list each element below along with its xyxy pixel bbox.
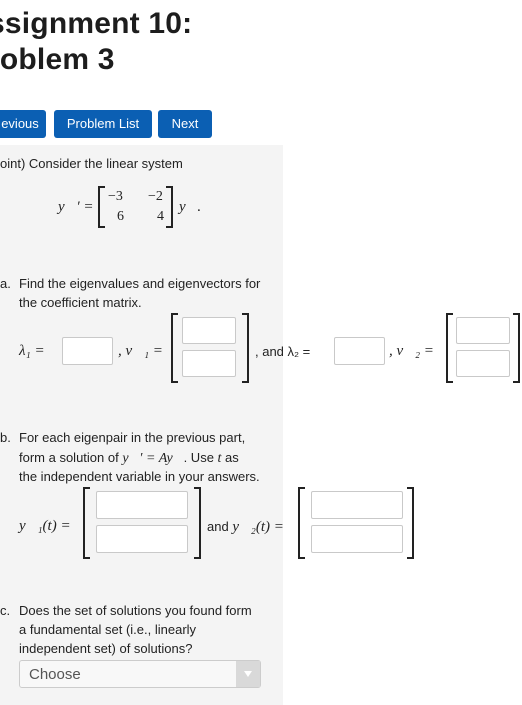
previous-button[interactable]: evious — [0, 110, 46, 138]
v2-component-1-input[interactable] — [456, 317, 510, 344]
y2-label: and y⃗₂(t) = — [207, 518, 284, 536]
fundamental-set-select[interactable]: Choose — [19, 660, 261, 688]
v1-right-bracket — [242, 313, 249, 383]
matrix-a11: −3 — [108, 189, 123, 204]
y2-component-1-input[interactable] — [311, 491, 403, 519]
next-button[interactable]: Next — [158, 110, 212, 138]
part-c-line3: independent set) of solutions? — [19, 641, 193, 656]
intro-text: oint) Consider the linear system — [0, 156, 183, 171]
system-rhs: y⃗. — [179, 199, 202, 215]
part-b-line2: form a solution of y⃗′ = Ay⃗. Use t as — [19, 449, 239, 468]
part-c-line2: a fundamental set (i.e., linearly — [19, 622, 197, 637]
part-a-line2: the coefficient matrix. — [19, 295, 142, 310]
part-a-marker: a. — [0, 276, 11, 291]
y1-right-bracket — [194, 487, 201, 559]
v2-label: , v⃗₂ = — [389, 343, 434, 359]
v1-left-bracket — [171, 313, 178, 383]
y1-left-bracket — [83, 487, 90, 559]
problem-list-button[interactable]: Problem List — [54, 110, 152, 138]
title-line-1: ssignment 10: — [0, 7, 193, 40]
matrix-left-bracket — [98, 186, 105, 228]
y2-symbol: y⃗₂(t) = — [232, 519, 284, 535]
y1-label: y⃗₁(t) = — [19, 518, 71, 534]
lambda2-input[interactable] — [334, 337, 385, 365]
system-lhs: y⃗′ = — [58, 199, 94, 215]
part-a-line1: Find the eigenvalues and eigenvectors fo… — [19, 276, 261, 291]
part-b-line1: For each eigenpair in the previous part, — [19, 430, 246, 445]
y1-component-1-input[interactable] — [96, 491, 188, 519]
page-title: ssignment 10: roblem 3 — [0, 6, 192, 78]
y2-component-2-input[interactable] — [311, 525, 403, 553]
matrix-right-bracket — [166, 186, 173, 228]
part-b-line2-post: . Use — [183, 450, 218, 465]
v2-component-2-input[interactable] — [456, 350, 510, 377]
title-line-2: roblem 3 — [0, 43, 115, 76]
y1-component-2-input[interactable] — [96, 525, 188, 553]
lambda1-label: λ₁ = — [19, 343, 45, 359]
part-b-marker: b. — [0, 430, 11, 445]
part-b-line3: the independent variable in your answers… — [19, 469, 260, 484]
y2-right-bracket — [407, 487, 414, 559]
part-c-marker: c. — [0, 603, 11, 618]
v1-component-1-input[interactable] — [182, 317, 236, 344]
matrix-a22: 4 — [157, 209, 164, 224]
select-value: Choose — [29, 666, 81, 683]
v1-component-2-input[interactable] — [182, 350, 236, 377]
part-b-line2-pre: form a solution of — [19, 450, 123, 465]
matrix-a12: −2 — [148, 189, 163, 204]
matrix-a21: 6 — [117, 209, 124, 224]
lambda1-input[interactable] — [62, 337, 113, 365]
lambda2-label: , and λ₂ = — [255, 344, 311, 359]
part-b-equation: y⃗′ = Ay⃗ — [122, 451, 184, 466]
v2-left-bracket — [446, 313, 453, 383]
y2-and: and — [207, 519, 233, 534]
y2-left-bracket — [298, 487, 305, 559]
part-c-line1: Does the set of solutions you found form — [19, 603, 252, 618]
v2-right-bracket — [513, 313, 520, 383]
chevron-down-icon — [236, 661, 260, 687]
part-b-line2-end: as — [221, 450, 239, 465]
v1-label: , v⃗₁ = — [118, 343, 163, 359]
